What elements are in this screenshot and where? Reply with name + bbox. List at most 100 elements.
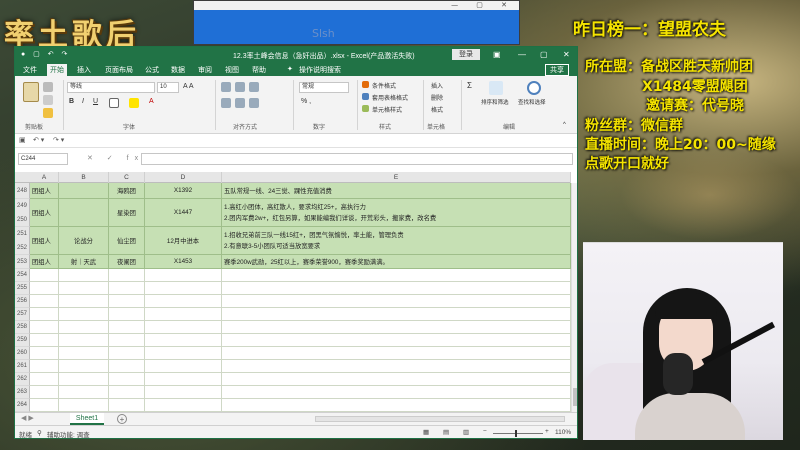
tab-insert[interactable]: 插入 [77, 65, 91, 75]
empty-cell[interactable] [30, 321, 59, 334]
delete-cells-button[interactable]: 删除 [431, 93, 443, 102]
empty-cell[interactable] [145, 321, 222, 334]
number-format-select[interactable]: 常规 [299, 82, 349, 93]
empty-cell[interactable] [109, 308, 145, 321]
cell-e249[interactable]: 1.高红小团体，高红散人，要求均红25+，高执行力 2.团内军费2w+，红包另算… [222, 199, 571, 227]
empty-cell[interactable] [59, 321, 109, 334]
empty-cell[interactable] [145, 308, 222, 321]
column-header-d[interactable]: D [145, 172, 222, 183]
empty-cell[interactable] [222, 386, 571, 399]
autosave-icon[interactable]: ● ▢ ↶ ↷ [21, 50, 70, 58]
mini-window[interactable]: — ▢ ✕ Slsh [193, 0, 520, 45]
border-icon[interactable] [109, 98, 119, 108]
tab-file[interactable]: 文件 [23, 65, 37, 75]
collapse-ribbon-icon[interactable]: ^ [563, 122, 566, 128]
cell-b249[interactable] [59, 199, 109, 227]
percent-icon[interactable]: % , [301, 98, 311, 105]
cut-icon[interactable] [43, 82, 53, 92]
formula-buttons-icon[interactable]: ✕ ✓ fx [87, 154, 144, 162]
cell-c253[interactable]: 夜阑团 [109, 255, 145, 269]
column-header-c[interactable]: C [109, 172, 145, 183]
tab-help[interactable]: 帮助 [252, 65, 266, 75]
row-header[interactable]: 262 [15, 373, 30, 386]
row-header[interactable]: 249 250 [15, 199, 30, 227]
empty-cell[interactable] [59, 386, 109, 399]
italic-icon[interactable]: I [82, 98, 84, 105]
scroll-thumb[interactable] [573, 388, 577, 406]
login-button[interactable]: 登录 [452, 49, 480, 60]
zoom-slider[interactable] [493, 433, 543, 434]
empty-cell[interactable] [109, 386, 145, 399]
cell-c251[interactable]: 仙尘团 [109, 227, 145, 255]
underline-icon[interactable]: U [93, 98, 98, 105]
conditional-format-button[interactable]: 条件格式 [372, 81, 396, 90]
empty-cell[interactable] [145, 386, 222, 399]
cell-b248[interactable] [59, 183, 109, 199]
fill-color-icon[interactable] [129, 98, 139, 108]
empty-cell[interactable] [30, 295, 59, 308]
empty-cell[interactable] [145, 399, 222, 412]
cell-b251[interactable]: 论战分 [59, 227, 109, 255]
sheet-tab[interactable]: Sheet1 [70, 413, 104, 425]
row-header[interactable]: 248 [15, 183, 30, 199]
cell-a249[interactable]: 团组人 [30, 199, 59, 227]
empty-cell[interactable] [59, 334, 109, 347]
tab-view[interactable]: 视图 [225, 65, 239, 75]
empty-cell[interactable] [109, 360, 145, 373]
row-header[interactable]: 263 [15, 386, 30, 399]
cell-c248[interactable]: 海鸥团 [109, 183, 145, 199]
empty-cell[interactable] [145, 282, 222, 295]
zoom-out-icon[interactable]: − [483, 428, 487, 435]
empty-cell[interactable] [30, 347, 59, 360]
font-size-select[interactable]: 10 [157, 82, 179, 93]
cell-a251[interactable]: 团组人 [30, 227, 59, 255]
sum-icon[interactable]: Σ [467, 81, 472, 90]
empty-cell[interactable] [30, 399, 59, 412]
formula-input[interactable] [141, 153, 573, 165]
table-format-button[interactable]: 套用表格格式 [372, 93, 408, 102]
sheet-nav-icon[interactable]: ◀ ▶ [21, 414, 34, 422]
align-left-icon[interactable] [221, 98, 231, 108]
empty-cell[interactable] [30, 282, 59, 295]
row-header[interactable]: 257 [15, 308, 30, 321]
empty-cell[interactable] [109, 334, 145, 347]
column-header-e[interactable]: E [222, 172, 571, 183]
empty-cell[interactable] [59, 269, 109, 282]
empty-cell[interactable] [59, 308, 109, 321]
column-header-b[interactable]: B [59, 172, 109, 183]
accessibility-status[interactable]: 辅助功能: 调查 [47, 429, 90, 438]
empty-cell[interactable] [109, 347, 145, 360]
share-button[interactable]: 共享 [545, 64, 569, 76]
empty-cell[interactable] [222, 295, 571, 308]
empty-cell[interactable] [30, 269, 59, 282]
empty-cell[interactable] [59, 399, 109, 412]
align-middle-icon[interactable] [235, 82, 245, 92]
format-painter-icon[interactable] [43, 108, 53, 118]
cell-e253[interactable]: 赛季200w武勋，25红以上，赛季荣誉900，赛季奖励满满。 [222, 255, 571, 269]
accessibility-icon[interactable]: ⚲ [37, 429, 42, 437]
insert-cells-button[interactable]: 插入 [431, 81, 443, 90]
tab-page-layout[interactable]: 页面布局 [105, 65, 133, 75]
empty-cell[interactable] [222, 321, 571, 334]
cell-e248[interactable]: 五队常规一线、24三觉、踝性充值消费 [222, 183, 571, 199]
empty-cell[interactable] [222, 334, 571, 347]
font-grow-icon[interactable]: A A [183, 83, 194, 90]
row-header[interactable]: 258 [15, 321, 30, 334]
cell-style-button[interactable]: 单元格样式 [372, 105, 402, 114]
empty-cell[interactable] [222, 360, 571, 373]
ribbon-display-icon[interactable]: ▣ [493, 50, 501, 59]
zoom-level[interactable]: 110% [555, 429, 571, 436]
empty-cell[interactable] [30, 308, 59, 321]
empty-cell[interactable] [30, 386, 59, 399]
empty-cell[interactable] [222, 373, 571, 386]
sort-filter-button[interactable]: 排序和筛选 [481, 98, 509, 106]
cell-d251[interactable]: 12月中进本 [145, 227, 222, 255]
row-header[interactable]: 261 [15, 360, 30, 373]
row-header[interactable]: 251 252 [15, 227, 30, 255]
merge-center-icon[interactable] [249, 98, 259, 108]
page-layout-icon[interactable]: ▤ [443, 428, 449, 436]
empty-cell[interactable] [145, 334, 222, 347]
empty-cell[interactable] [145, 295, 222, 308]
undo-icon[interactable]: ↶ ▾ [33, 136, 44, 144]
empty-cell[interactable] [145, 373, 222, 386]
